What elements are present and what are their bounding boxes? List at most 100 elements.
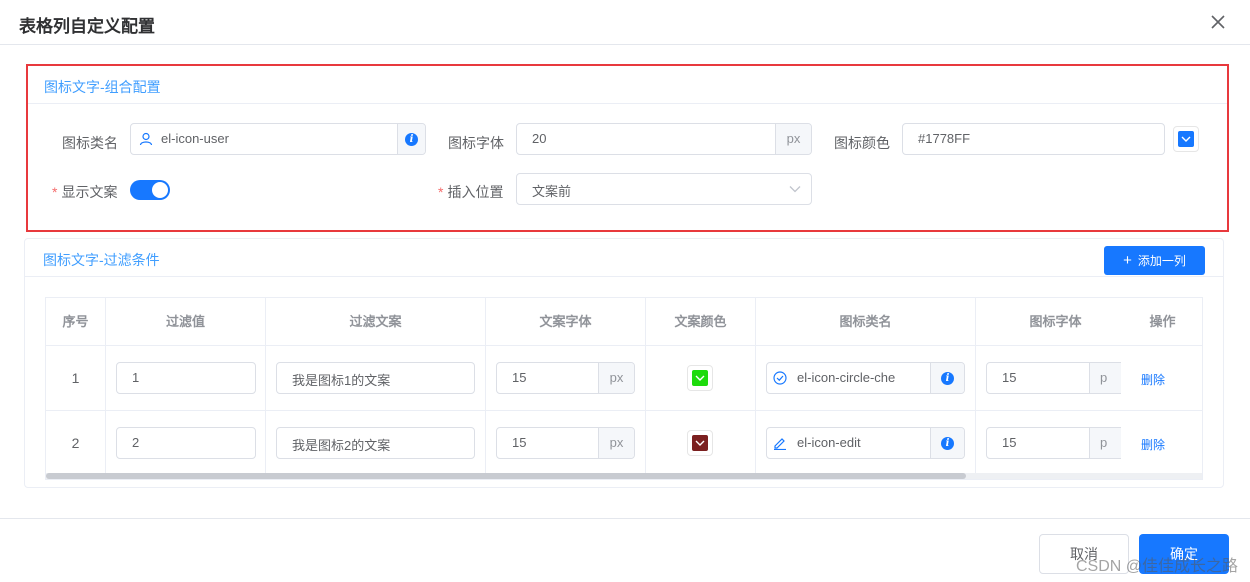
chevron-down-icon (695, 440, 705, 446)
circle-check-icon (773, 371, 787, 385)
user-icon (139, 132, 153, 146)
icon-class-input[interactable]: el-icon-edit i (766, 427, 965, 459)
close-icon[interactable] (1208, 12, 1228, 32)
show-text-switch[interactable] (130, 180, 170, 200)
column-header-actions: 操作 (1121, 298, 1202, 346)
icon-class-info[interactable]: i (930, 428, 964, 458)
insert-position-label: * 插入位置 (438, 182, 503, 202)
column-header-font: 文案字体 (486, 298, 646, 346)
text-font-unit: px (598, 428, 634, 458)
row-icon-class-cell: el-icon-circle-che i (756, 346, 976, 411)
filter-text: 我是图标1的文案 (292, 373, 391, 388)
column-header-color: 文案颜色 (646, 298, 756, 346)
icon-size-input[interactable]: 15 p (986, 427, 1126, 459)
color-swatch (1178, 131, 1194, 147)
insert-position-value: 文案前 (532, 184, 572, 199)
filter-title: 图标文字-过滤条件 (43, 252, 160, 268)
delete-link[interactable]: 删除 (1141, 371, 1165, 388)
chevron-down-icon (1181, 136, 1191, 142)
icon-size-input[interactable]: 15 p (986, 362, 1126, 394)
row-color-cell (646, 346, 756, 411)
group-config-title: 图标文字-组合配置 (44, 79, 161, 95)
table-row: 1 (46, 346, 106, 411)
row-font-cell: 15 px (486, 346, 646, 411)
row-text-cell: 我是图标2的文案 (266, 411, 486, 476)
table-row: 2 (46, 411, 106, 476)
insert-position-label-text: 插入位置 (447, 184, 504, 200)
filter-table: 序号 过滤值 过滤文案 文案字体 文案颜色 图标类名 图标字体 操作 1 1 我… (45, 297, 1203, 480)
icon-size-value: 15 (1002, 435, 1017, 450)
text-font-unit: px (598, 363, 634, 393)
icon-class-value: el-icon-circle-che (797, 370, 896, 385)
icon-size-unit: p (1089, 428, 1125, 458)
filter-value-input[interactable]: 2 (116, 427, 256, 459)
horizontal-scrollbar[interactable] (46, 473, 966, 479)
icon-size-unit: p (1089, 363, 1125, 393)
add-column-button[interactable]: + 添加一列 (1104, 246, 1205, 275)
show-text-label-text: 显示文案 (61, 184, 118, 200)
dialog-footer: 取消 确定 CSDN @佳佳成长之路 (0, 518, 1250, 582)
row-index: 2 (71, 435, 80, 451)
text-font-input[interactable]: 15 px (496, 362, 635, 394)
required-mark: * (438, 184, 444, 200)
filter-header: 图标文字-过滤条件 + 添加一列 (25, 239, 1223, 277)
icon-class-value: el-icon-edit (797, 435, 861, 450)
color-swatch (692, 435, 708, 451)
row-text-cell: 我是图标1的文案 (266, 346, 486, 411)
row-color-cell (646, 411, 756, 476)
column-header-value: 过滤值 (106, 298, 266, 346)
row-icon-class-cell: el-icon-edit i (756, 411, 976, 476)
filter-text: 我是图标2的文案 (292, 438, 391, 453)
row-value-cell: 1 (106, 346, 266, 411)
delete-link[interactable]: 删除 (1141, 436, 1165, 453)
dialog-header: 表格列自定义配置 (0, 0, 1250, 45)
icon-class-info[interactable]: i (930, 363, 964, 393)
icon-size-label: 图标字体 (448, 135, 504, 151)
row-icon-size-cell: 15 p (976, 346, 1136, 411)
icon-color-picker[interactable] (1173, 126, 1199, 152)
icon-size-value: 20 (532, 131, 547, 146)
icon-color-label: 图标颜色 (834, 135, 890, 151)
icon-color-input[interactable]: #1778FF (902, 123, 1165, 155)
dialog-title: 表格列自定义配置 (19, 17, 155, 36)
chevron-down-icon (695, 375, 705, 381)
filter-text-input[interactable]: 我是图标1的文案 (276, 362, 475, 394)
filter-value-input[interactable]: 1 (116, 362, 256, 394)
column-header-index: 序号 (46, 298, 106, 346)
icon-class-label: 图标类名 (62, 135, 118, 151)
icon-class-value: el-icon-user (161, 131, 229, 146)
show-text-label: * 显示文案 (52, 182, 117, 202)
row-font-cell: 15 px (486, 411, 646, 476)
column-header-icon-size: 图标字体 (976, 298, 1136, 346)
add-column-label: 添加一列 (1137, 254, 1186, 268)
text-font-value: 15 (512, 370, 527, 385)
row-icon-size-cell: 15 p (976, 411, 1136, 476)
icon-size-unit: px (775, 124, 811, 154)
insert-position-select[interactable]: 文案前 (516, 173, 812, 205)
info-icon: i (941, 372, 954, 386)
filter-value: 1 (132, 370, 140, 385)
info-icon: i (405, 133, 418, 147)
row-actions-cell: 删除 (1121, 411, 1202, 476)
icon-color-value: #1778FF (918, 131, 971, 146)
row-value-cell: 2 (106, 411, 266, 476)
filter-text-input[interactable]: 我是图标2的文案 (276, 427, 475, 459)
text-color-picker[interactable] (687, 365, 713, 391)
info-icon: i (941, 437, 954, 451)
text-font-value: 15 (512, 435, 527, 450)
text-color-picker[interactable] (687, 430, 713, 456)
edit-icon (774, 438, 786, 450)
icon-size-value: 15 (1002, 370, 1017, 385)
column-header-text: 过滤文案 (266, 298, 486, 346)
filter-value: 2 (132, 435, 140, 450)
icon-class-input[interactable]: el-icon-circle-che i (766, 362, 965, 394)
icon-class-input[interactable]: el-icon-user i (130, 123, 426, 155)
filter-card: 图标文字-过滤条件 + 添加一列 序号 过滤值 过滤文案 文案字体 文案颜色 图标… (24, 238, 1224, 488)
color-swatch (692, 370, 708, 386)
switch-knob (152, 182, 168, 198)
group-config-header: 图标文字-组合配置 (28, 66, 1227, 104)
watermark: CSDN @佳佳成长之路 (1075, 558, 1238, 575)
icon-size-input[interactable]: 20 px (516, 123, 812, 155)
icon-class-info[interactable]: i (397, 124, 425, 154)
text-font-input[interactable]: 15 px (496, 427, 635, 459)
